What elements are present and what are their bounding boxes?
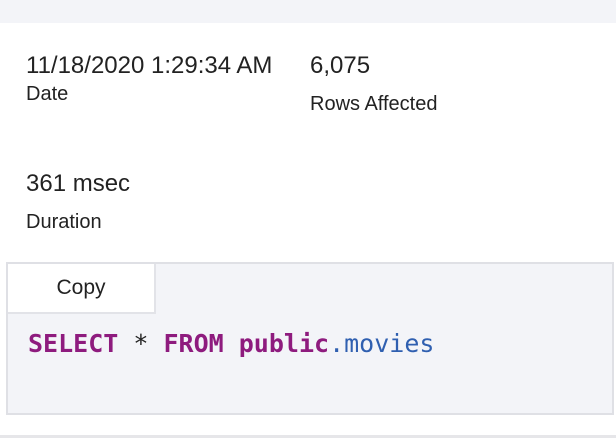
rows-affected-label: Rows Affected — [310, 93, 438, 115]
sql-table: movies — [344, 329, 435, 358]
sql-star: * — [118, 329, 164, 358]
sql-schema: public — [238, 329, 330, 358]
sql-query: SELECT * FROM public.movies — [28, 326, 434, 362]
rows-affected-value: 6,075 — [310, 52, 371, 79]
duration-stat: 361 msec Duration — [26, 165, 130, 241]
duration-value: 361 msec — [26, 170, 131, 197]
sql-keyword-select: SELECT — [28, 329, 119, 358]
previous-section-band — [0, 0, 616, 23]
rows-affected-stat: 6,075 Rows Affected — [310, 47, 437, 123]
copy-button[interactable]: Copy — [8, 264, 156, 314]
sql-space — [224, 329, 239, 358]
sql-code-block: Copy SELECT * FROM public.movies — [6, 262, 614, 415]
duration-label: Duration — [26, 211, 102, 233]
sql-dot: . — [329, 329, 345, 358]
date-stat: 11/18/2020 1:29:34 AM Date — [26, 47, 296, 113]
sql-keyword-from: FROM — [163, 329, 224, 358]
